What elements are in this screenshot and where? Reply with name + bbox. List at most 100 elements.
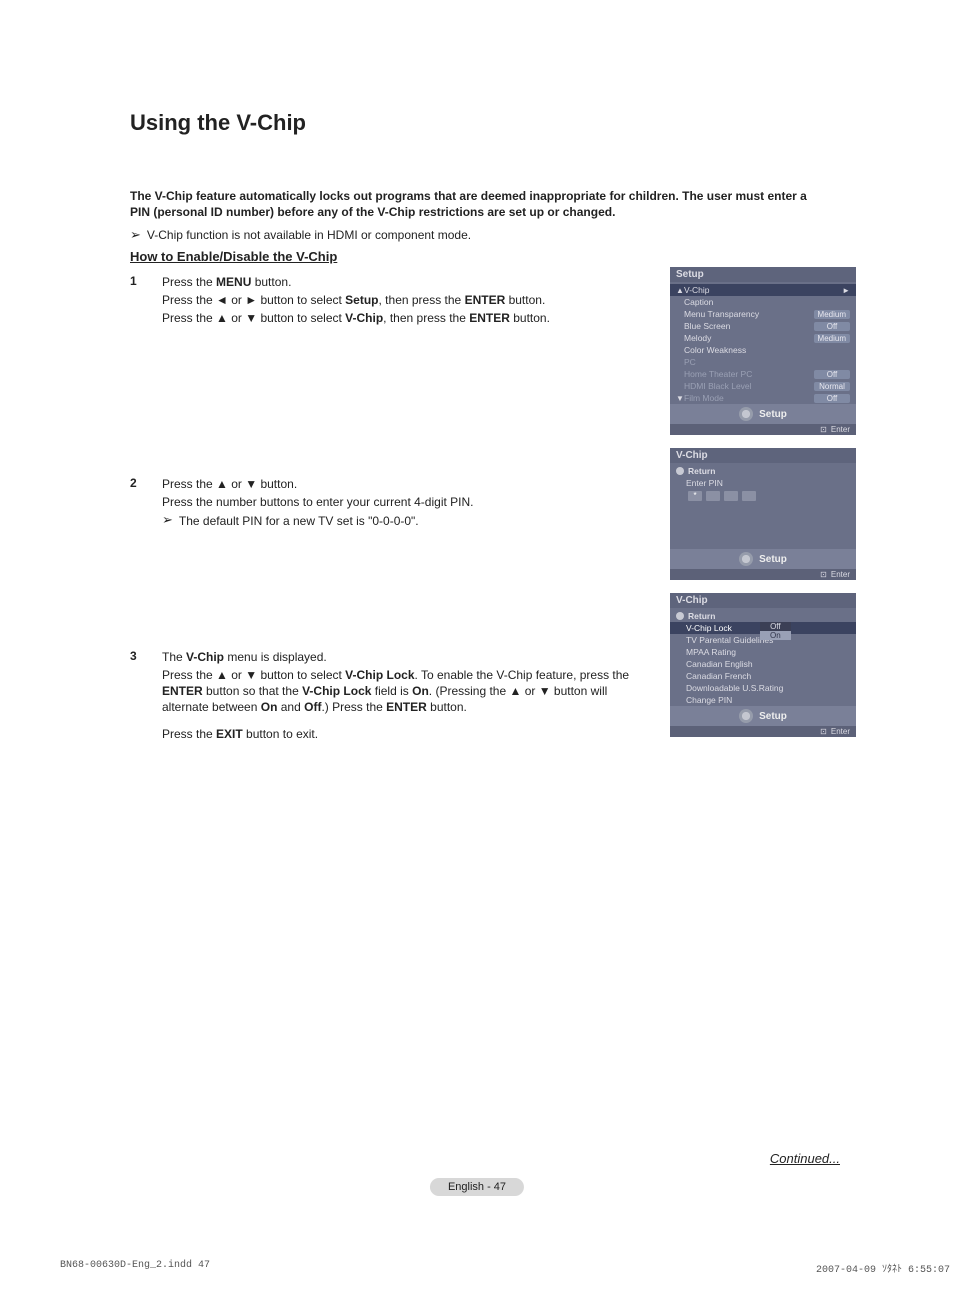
text: Press the ▲ or ▼ button to select — [162, 311, 345, 325]
osd-title: V-Chip — [670, 448, 856, 463]
osd-category-strip: Setup — [670, 706, 856, 726]
text: Press the — [162, 727, 216, 741]
text: button. — [251, 275, 291, 289]
doc-file-name: BN68-00630D-Eng_2.indd 47 — [60, 1260, 210, 1276]
text: V-Chip — [345, 311, 383, 325]
label: Film Mode — [684, 393, 814, 403]
text: V-Chip Lock — [302, 684, 371, 698]
label: Enter — [831, 727, 850, 736]
page-title: Using the V-Chip — [130, 110, 824, 136]
section-heading: How to Enable/Disable the V-Chip — [130, 249, 824, 264]
text: Press the ▲ or ▼ button to select — [162, 668, 345, 682]
value-chip: Medium — [814, 310, 850, 319]
return-icon — [676, 612, 684, 620]
text: , then press the — [379, 293, 465, 307]
intro-paragraph: The V-Chip feature automatically locks o… — [130, 188, 824, 220]
pin-digit[interactable] — [742, 491, 756, 501]
menu-item-caption[interactable]: Caption — [670, 296, 856, 308]
menu-item-blue-screen[interactable]: Blue ScreenOff — [670, 320, 856, 332]
right-triangle-icon: ► — [842, 286, 850, 295]
label: Enter — [831, 570, 850, 579]
text: ENTER — [465, 293, 506, 307]
osd-footer: ⊡Enter — [670, 569, 856, 580]
option-off[interactable]: Off — [760, 622, 791, 631]
text: On — [261, 700, 278, 714]
menu-item-pc: PC — [670, 356, 856, 368]
return-row[interactable]: Return — [670, 465, 856, 477]
menu-item-transparency[interactable]: Menu TransparencyMedium — [670, 308, 856, 320]
step-number: 2 — [130, 476, 144, 529]
menu-item-downloadable-us[interactable]: Downloadable U.S.Rating — [670, 682, 856, 694]
gear-icon — [739, 407, 753, 421]
value-chip: Off — [814, 370, 850, 379]
osd-category-strip: Setup — [670, 404, 856, 424]
text: .) Press the — [321, 700, 386, 714]
enter-icon: ⊡ — [820, 425, 827, 434]
text: ENTER — [162, 684, 203, 698]
menu-item-film-mode: ▼Film ModeOff — [670, 392, 856, 404]
osd-vchip-options-panel: V-Chip Return V-Chip Lock Off On TV Pare… — [670, 593, 856, 737]
text: , then press the — [383, 311, 469, 325]
doc-timestamp: 2007-04-09 ｿﾀﾈﾄ 6:55:07 — [816, 1260, 950, 1276]
label: Return — [688, 611, 850, 621]
pin-input[interactable]: * — [670, 489, 856, 507]
up-triangle-icon: ▲ — [676, 286, 684, 295]
text: MENU — [216, 275, 251, 289]
text: V-Chip — [186, 650, 224, 664]
text: Setup — [345, 293, 378, 307]
down-triangle-icon: ▼ — [676, 394, 684, 403]
label: Color Weakness — [684, 345, 850, 355]
label: Home Theater PC — [684, 369, 814, 379]
osd-vchip-pin-panel: V-Chip Return Enter PIN * Setup ⊡Enter — [670, 448, 856, 580]
label: Setup — [759, 711, 787, 722]
value-chip: Off — [814, 322, 850, 331]
document-footer: BN68-00630D-Eng_2.indd 47 2007-04-09 ｿﾀﾈ… — [60, 1260, 954, 1276]
menu-item-change-pin[interactable]: Change PIN — [670, 694, 856, 706]
pin-digit[interactable] — [724, 491, 738, 501]
enter-icon: ⊡ — [820, 727, 827, 736]
menu-item-canadian-english[interactable]: Canadian English — [670, 658, 856, 670]
menu-item-canadian-french[interactable]: Canadian French — [670, 670, 856, 682]
step-number: 3 — [130, 649, 144, 744]
return-row[interactable]: Return — [670, 610, 856, 622]
label: Setup — [759, 409, 787, 420]
note-marker-icon: ➢ — [162, 513, 173, 529]
text: button. — [510, 311, 550, 325]
osd-setup-panel: Setup ▲ V-Chip ► Caption Menu Transparen… — [670, 267, 856, 435]
menu-item-vchip-lock[interactable]: V-Chip Lock Off On — [670, 622, 856, 634]
option-on[interactable]: On — [760, 631, 791, 640]
text: button. — [427, 700, 467, 714]
step-number: 1 — [130, 274, 144, 329]
label: Change PIN — [686, 695, 850, 705]
text: Press the — [162, 275, 216, 289]
osd-title: V-Chip — [670, 593, 856, 608]
note-marker-icon: ➢ — [130, 228, 141, 242]
label: V-Chip — [684, 285, 842, 295]
menu-item-color-weakness[interactable]: Color Weakness — [670, 344, 856, 356]
osd-footer: ⊡Enter — [670, 424, 856, 435]
osd-footer: ⊡ Enter — [670, 726, 856, 737]
menu-item-mpaa[interactable]: MPAA Rating — [670, 646, 856, 658]
label: Enter PIN — [686, 478, 850, 488]
value-chip: Normal — [814, 382, 850, 391]
menu-item-vchip[interactable]: ▲ V-Chip ► — [670, 284, 856, 296]
text: The default PIN for a new TV set is "0-0… — [179, 513, 419, 529]
text: ENTER — [469, 311, 510, 325]
text: The — [162, 650, 186, 664]
pin-digit[interactable] — [706, 491, 720, 501]
pin-digit[interactable]: * — [688, 491, 702, 501]
menu-item-melody[interactable]: MelodyMedium — [670, 332, 856, 344]
label: HDMI Black Level — [684, 381, 814, 391]
page-number-label: English - 47 — [430, 1178, 524, 1196]
label: Menu Transparency — [684, 309, 814, 319]
text: Press the ◄ or ► button to select — [162, 293, 345, 307]
enter-pin-label: Enter PIN — [670, 477, 856, 489]
text: button so that the — [203, 684, 302, 698]
text: Off — [304, 700, 321, 714]
intro-note-text: V-Chip function is not available in HDMI… — [147, 228, 471, 242]
text: menu is displayed. — [224, 650, 327, 664]
label: Caption — [684, 297, 850, 307]
text: Press the ▲ or ▼ button. — [162, 476, 657, 492]
continued-label: Continued... — [770, 1151, 840, 1166]
label: Setup — [759, 554, 787, 565]
